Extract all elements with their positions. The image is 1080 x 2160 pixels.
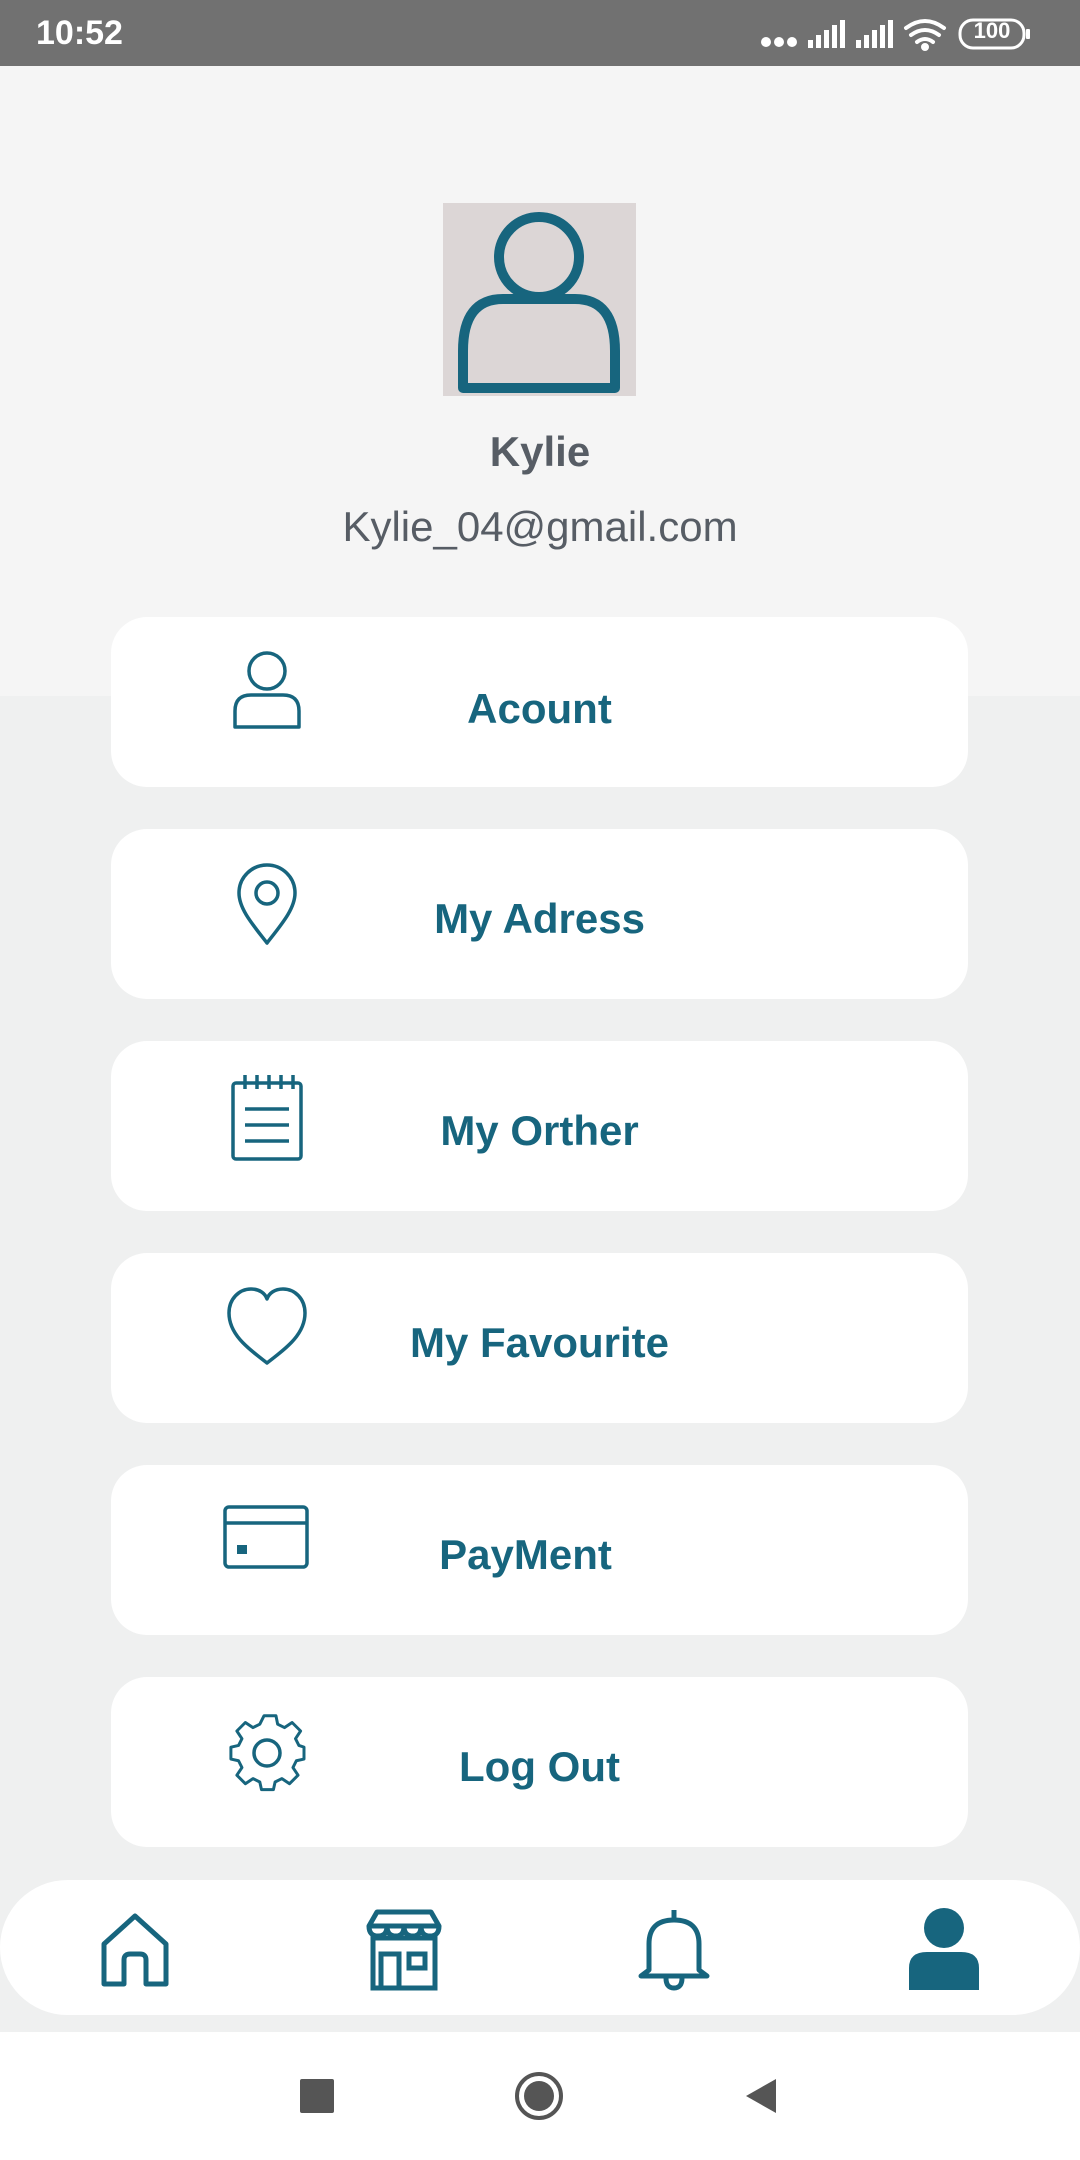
menu-label-favourite: My Favourite [409,1319,670,1366]
bell-icon[interactable] [629,1904,719,1994]
menu-item-payment[interactable]: PayMent [111,1465,968,1635]
status-bar: 10:52 100 [0,0,1080,66]
menu-label-account: Acount [467,685,612,732]
bottom-nav [0,1880,1080,2015]
back-icon[interactable] [742,2076,782,2116]
profile-email: Kylie_04@gmail.com [342,503,738,550]
profile-icon[interactable] [899,1904,989,1994]
menu-item-logout[interactable]: Log Out [111,1677,968,1847]
menu-label-payment: PayMent [439,1531,612,1578]
menu-item-orders[interactable]: My Orther [111,1041,968,1211]
status-time: 10:52 [36,14,123,52]
profile-name: Kylie [489,428,591,475]
battery-level: 100 [973,18,1011,43]
recent-apps-icon[interactable] [297,2076,337,2116]
menu-label-address: My Adress [434,895,645,942]
wifi-icon [904,19,946,51]
signal-icon [808,20,845,48]
system-nav-bar [0,2032,1080,2160]
user-avatar-icon [458,212,620,393]
menu-item-favourite[interactable]: My Favourite [111,1253,968,1423]
store-icon[interactable] [359,1904,449,1994]
home-button-icon[interactable] [513,2070,565,2122]
profile-avatar[interactable] [443,203,636,396]
menu-item-account[interactable]: Acount [111,617,968,787]
signal-icon [856,20,893,48]
home-icon[interactable] [90,1904,180,1994]
status-icons: 100 [760,16,1050,52]
menu-label-orders: My Orther [440,1107,639,1154]
menu-item-address[interactable]: My Adress [111,829,968,999]
more-dots-icon [761,37,797,47]
menu-label-logout: Log Out [459,1743,620,1790]
